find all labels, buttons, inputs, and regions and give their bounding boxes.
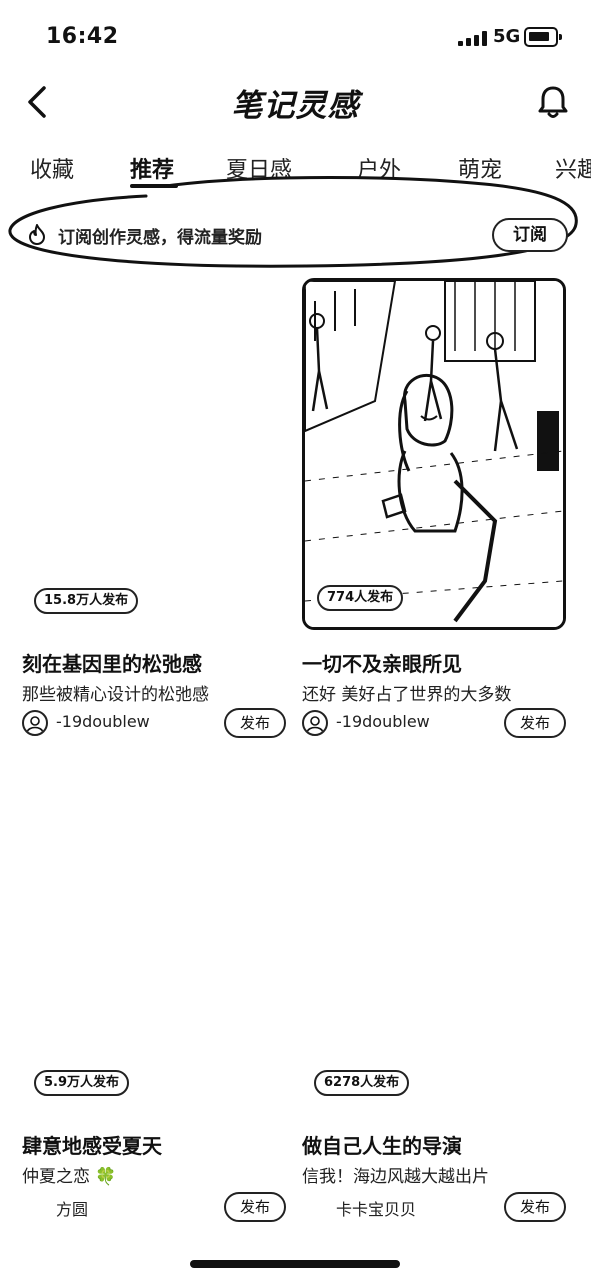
note-card[interactable]: 5.9万人发布 肆意地感受夏天 仲夏之恋 🍀 方圆 发布 [22, 760, 286, 1230]
card-cover[interactable]: 15.8万人发布 [22, 278, 286, 630]
card-title: 肆意地感受夏天 [22, 1134, 162, 1158]
avatar[interactable] [22, 710, 48, 736]
status-bar: 16:42 5G [0, 0, 591, 70]
battery-icon [524, 27, 562, 47]
subscribe-banner[interactable]: 订阅创作灵感，得流量奖励 订阅 [6, 176, 578, 270]
publish-count-badge: 774人发布 [317, 585, 404, 611]
note-card[interactable]: 15.8万人发布 刻在基因里的松弛感 那些被精心设计的松弛感 -19double… [22, 278, 286, 738]
network-label: 5G [493, 26, 521, 47]
page-title: 笔记灵感 [231, 88, 360, 124]
publish-button[interactable]: 发布 [504, 1192, 566, 1222]
author-name[interactable]: 方圆 [56, 1196, 88, 1220]
publish-button[interactable]: 发布 [504, 708, 566, 738]
subscribe-button[interactable]: 订阅 [492, 218, 568, 252]
publish-count-badge: 5.9万人发布 [34, 1070, 130, 1096]
banner-text: 订阅创作灵感，得流量奖励 [58, 228, 262, 248]
status-time: 16:42 [46, 24, 119, 49]
avatar-icon [306, 716, 324, 733]
publish-button[interactable]: 发布 [224, 1192, 286, 1222]
card-cover[interactable]: 6278人发布 [302, 760, 566, 1112]
card-subtitle: 还好 美好占了世界的大多数 [302, 685, 512, 705]
signal-icon [458, 30, 488, 46]
note-card[interactable]: 774人发布 一切不及亲眼所见 还好 美好占了世界的大多数 -19doublew… [302, 278, 566, 738]
street-photo [305, 281, 563, 627]
avatar[interactable] [302, 710, 328, 736]
publish-count-badge: 15.8万人发布 [34, 588, 139, 614]
bell-icon[interactable] [534, 82, 572, 122]
author-name[interactable]: 卡卡宝贝贝 [336, 1196, 416, 1220]
publish-count-badge: 6278人发布 [314, 1070, 410, 1096]
card-title: 一切不及亲眼所见 [302, 652, 462, 676]
card-subtitle: 仲夏之恋 🍀 [22, 1167, 117, 1187]
flame-icon [29, 224, 45, 245]
author-name[interactable]: -19doublew [336, 712, 430, 731]
avatar-icon [26, 716, 44, 733]
publish-button[interactable]: 发布 [224, 708, 286, 738]
card-cover[interactable]: 774人发布 [302, 278, 566, 630]
author-name[interactable]: -19doublew [56, 712, 150, 731]
card-title: 做自己人生的导演 [302, 1134, 462, 1158]
card-cover[interactable]: 5.9万人发布 [22, 760, 286, 1112]
card-subtitle: 那些被精心设计的松弛感 [22, 685, 209, 705]
note-card[interactable]: 6278人发布 做自己人生的导演 信我！海边风越大越出片 卡卡宝贝贝 发布 [302, 760, 566, 1230]
card-subtitle: 信我！海边风越大越出片 [302, 1167, 489, 1187]
home-indicator[interactable] [190, 1260, 400, 1268]
card-title: 刻在基因里的松弛感 [22, 652, 202, 676]
